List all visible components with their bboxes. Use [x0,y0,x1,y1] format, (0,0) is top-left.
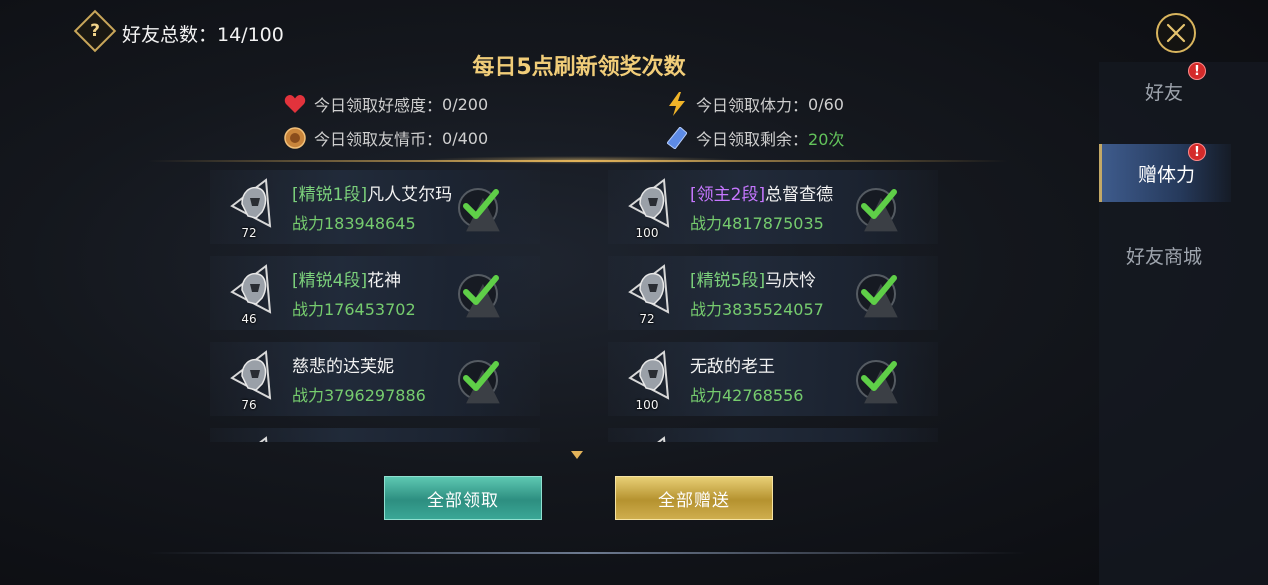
stat-favor: 今日领取好感度： 0/200 [284,92,488,116]
question-icon: ? [90,21,100,41]
notification-badge-icon: ! [1188,62,1206,80]
tab-friends-label: 好友 [1144,81,1183,104]
claim-stamina-button[interactable]: ▲ [854,262,920,320]
avatar[interactable]: 46 [226,262,276,326]
combat-power: 战力42768556 [690,386,804,405]
stat-coins-value: 0/400 [442,128,489,148]
claim-stamina-button[interactable]: ▲ [854,434,920,442]
friend-name: 马庆怜 [765,271,817,291]
refresh-title: 每日5点刷新领奖次数 [472,55,686,80]
friend-total-count: 好友总数：14/100 [122,24,284,46]
tab-friends[interactable]: 好友 [1099,62,1229,120]
friend-card-partial[interactable]: ▲ [608,428,938,442]
divider-top [148,160,1008,162]
avatar[interactable]: 76 [226,348,276,412]
friend-name-row: [精锐1段]凡人艾尔玛 [292,180,452,205]
crystal-icon [666,127,688,149]
friend-card[interactable]: 100 无敌的老王战力42768556 ▲ [608,342,938,416]
combat-power: 战力183948645 [292,214,416,233]
avatar[interactable]: 72 [624,262,674,326]
rank-label: [精锐1段] [292,185,368,205]
stat-coins-label: 今日领取友情币： [314,130,443,149]
friend-card[interactable]: 46 [精锐4段]花神战力176453702 ▲ [210,256,540,330]
coin-icon [284,127,306,149]
tab-gift-stamina[interactable]: 赠体力 [1099,144,1231,202]
friend-name-row: 慈悲的达芙妮 [292,352,394,377]
avatar[interactable]: 72 [226,176,276,240]
help-button[interactable]: ? [73,9,117,53]
friend-card[interactable]: 72 [精锐5段]马庆怜战力3835524057 ▲ [608,256,938,330]
level-label: 100 [635,398,659,412]
combat-power: 战力3796297886 [292,386,426,405]
friend-name-row: [精锐4段]花神 [292,266,401,291]
lightning-icon [666,92,688,116]
level-label: 46 [241,312,257,326]
scroll-down-arrow-icon [571,451,583,459]
stat-stamina: 今日领取体力： 0/60 [666,92,844,116]
friend-card[interactable]: 76 慈悲的达芙妮战力3796297886 ▲ [210,342,540,416]
claim-stamina-button[interactable]: ▲ [854,348,920,406]
claim-stamina-button[interactable]: ▲ [456,434,522,442]
friend-name: 无敌的老王 [690,357,775,377]
avatar[interactable] [624,434,674,442]
close-button[interactable] [1156,13,1196,53]
friend-name-row: 无敌的老王 [690,352,775,377]
friend-name: 慈悲的达芙妮 [292,357,394,377]
claim-stamina-button[interactable]: ▲ [456,348,522,406]
avatar[interactable]: 100 [624,348,674,412]
stat-remaining: 今日领取剩余： 20次 [666,126,844,150]
friend-card-partial[interactable]: ▲ [210,428,540,442]
tab-gift-stamina-label: 赠体力 [1137,163,1195,186]
stat-favor-value: 0/200 [442,94,489,114]
close-icon [1166,23,1186,43]
heart-icon [284,93,306,115]
tab-friend-shop-label: 好友商城 [1125,245,1202,268]
avatar[interactable] [226,434,276,442]
level-label: 72 [639,312,655,326]
claim-stamina-button[interactable]: ▲ [456,262,522,320]
claim-stamina-button[interactable]: ▲ [456,176,522,234]
claim-stamina-button[interactable]: ▲ [854,176,920,234]
friend-name-row: [精锐5段]马庆怜 [690,266,816,291]
combat-power: 战力4817875035 [690,214,824,233]
friend-card[interactable]: 100 [领主2段]总督查德战力4817875035 ▲ [608,170,938,244]
friend-name-row: [领主2段]总督查德 [690,180,833,205]
rank-label: [精锐4段] [292,271,368,291]
friend-name: 花神 [367,271,402,291]
friend-name: 凡人艾尔玛 [367,185,453,205]
friend-list[interactable]: 72 [精锐1段]凡人艾尔玛战力183948645 ▲ 100 [领主2段]总督查德战… [210,170,950,442]
stat-remaining-label: 今日领取剩余： [696,130,809,149]
notification-badge-icon: ! [1188,143,1206,161]
combat-power: 战力176453702 [292,300,416,319]
friend-name: 总督查德 [765,185,834,205]
stat-favor-label: 今日领取好感度： [314,96,443,115]
claim-all-button[interactable]: 全部领取 [384,476,542,520]
rank-label: [领主2段] [690,185,766,205]
avatar[interactable]: 100 [624,176,674,240]
tab-friend-shop[interactable]: 好友商城 [1099,226,1229,284]
gift-all-button[interactable]: 全部赠送 [615,476,773,520]
level-label: 72 [241,226,257,240]
stat-stamina-label: 今日领取体力： [696,96,809,115]
stat-stamina-value: 0/60 [808,94,844,114]
sidebar: 好友 ! 赠体力 ! 好友商城 [1099,62,1268,585]
friend-card[interactable]: 72 [精锐1段]凡人艾尔玛战力183948645 ▲ [210,170,540,244]
combat-power: 战力3835524057 [690,300,824,319]
stat-remaining-value: 20次 [808,130,845,149]
rank-label: [精锐5段] [690,271,766,291]
divider-bottom [146,552,1026,554]
level-label: 100 [635,226,659,240]
stat-coins: 今日领取友情币： 0/400 [284,126,488,150]
level-label: 76 [241,398,257,412]
